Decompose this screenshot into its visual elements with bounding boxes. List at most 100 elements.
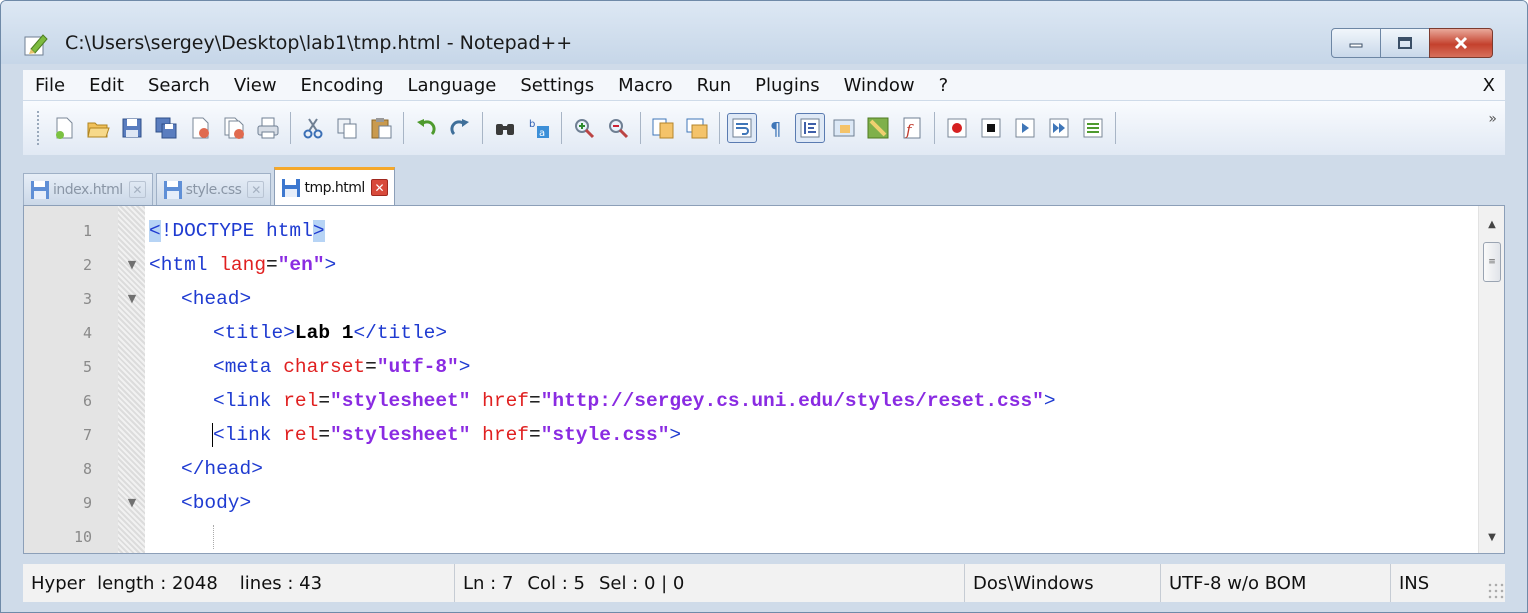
tab-close-icon[interactable]: ✕ [128, 181, 146, 198]
zoom-out-button[interactable] [603, 113, 633, 143]
record-macro-button[interactable] [942, 113, 972, 143]
run-macro-multiple-icon [1049, 118, 1069, 138]
menu-encoding[interactable]: Encoding [289, 75, 396, 96]
replace-button[interactable]: ba [524, 113, 554, 143]
toolbar-separator [482, 112, 483, 144]
close-file-icon [192, 117, 209, 139]
vertical-scrollbar[interactable]: ▲ ≡ ▼ [1478, 206, 1504, 553]
menu-plugins[interactable]: Plugins [743, 75, 831, 96]
menu-run[interactable]: Run [685, 75, 744, 96]
save-macro-button[interactable] [1078, 113, 1108, 143]
title-bar[interactable]: C:\Users\sergey\Desktop\lab1\tmp.html - … [1, 1, 1527, 64]
close-document-button[interactable]: X [1471, 75, 1505, 96]
line-number: 2 [82, 256, 92, 274]
status-cursor-position: Ln : 7 Col : 5 Sel : 0 | 0 [455, 564, 965, 602]
sync-horizontal-button[interactable] [682, 113, 712, 143]
status-eol-format[interactable]: Dos\Windows [965, 564, 1161, 602]
resize-grip-icon[interactable] [1487, 582, 1505, 600]
show-all-characters-button[interactable]: ¶ [761, 113, 791, 143]
menu-language[interactable]: Language [396, 75, 509, 96]
replace-icon: ba [529, 119, 549, 139]
status-length: length : 2048 [97, 572, 218, 594]
toolbar-separator [561, 112, 562, 144]
run-macro-multiple-button[interactable] [1044, 113, 1074, 143]
toolbar-separator [640, 112, 641, 144]
menu-help[interactable]: ? [927, 75, 961, 96]
scrollbar-thumb[interactable]: ≡ [1483, 242, 1501, 282]
equals: = [266, 254, 278, 276]
toolbar-grip[interactable] [37, 111, 41, 145]
save-button[interactable] [117, 113, 147, 143]
brace-highlight: > [312, 220, 325, 242]
save-all-button[interactable] [151, 113, 181, 143]
fold-toggle-icon[interactable]: ▼ [125, 248, 139, 282]
menu-search[interactable]: Search [136, 75, 222, 96]
code-area[interactable]: <!DOCTYPE html> <html lang="en"> <head> … [145, 206, 1478, 553]
toolbar-overflow-chevron-icon[interactable]: » [1488, 111, 1505, 127]
maximize-button[interactable] [1380, 28, 1430, 58]
zoom-in-button[interactable] [569, 113, 599, 143]
status-encoding[interactable]: UTF-8 w/o BOM [1161, 564, 1391, 602]
scroll-up-arrow-icon[interactable]: ▲ [1479, 214, 1505, 236]
attribute: href [482, 390, 529, 412]
tab-close-icon[interactable]: ✕ [247, 181, 265, 198]
cut-button[interactable] [298, 113, 328, 143]
menu-view[interactable]: View [222, 75, 289, 96]
menu-bar: File Edit Search View Encoding Language … [23, 70, 1505, 100]
status-insert-mode[interactable]: INS [1391, 564, 1453, 602]
zoom-in-icon [575, 119, 595, 139]
open-file-button[interactable] [83, 113, 113, 143]
stop-macro-icon [981, 118, 1001, 138]
code-editor[interactable]: 1 2 ▼ 3 ▼ 4 5 6 7 8 9 ▼ 10 <!DOCTYPE htm… [23, 205, 1505, 554]
line-number: 5 [82, 358, 92, 376]
status-selection: Sel : 0 | 0 [598, 572, 685, 594]
menu-file[interactable]: File [23, 75, 77, 96]
play-macro-button[interactable] [1010, 113, 1040, 143]
fold-toggle-icon[interactable]: ▼ [125, 282, 139, 316]
print-button[interactable] [253, 113, 283, 143]
tab-close-icon[interactable]: ✕ [370, 179, 388, 196]
tab-index-html[interactable]: index.html ✕ [23, 173, 153, 205]
saved-file-icon [282, 178, 301, 197]
close-window-button[interactable] [1429, 28, 1493, 58]
attribute: rel [283, 390, 319, 412]
equals: = [528, 424, 541, 446]
new-file-button[interactable] [49, 113, 79, 143]
menu-edit[interactable]: Edit [77, 75, 136, 96]
tag-end: > [1043, 390, 1056, 412]
sync-horizontal-icon [686, 118, 708, 139]
minimize-button[interactable] [1331, 28, 1381, 58]
menu-settings[interactable]: Settings [508, 75, 606, 96]
sync-vertical-button[interactable] [648, 113, 678, 143]
paste-icon [371, 118, 392, 139]
paste-button[interactable] [366, 113, 396, 143]
svg-text:b: b [529, 119, 535, 130]
menu-macro[interactable]: Macro [606, 75, 684, 96]
code-text-line-3: <head> [181, 282, 251, 316]
word-wrap-button[interactable] [727, 113, 757, 143]
status-bar: Hyper length : 2048 lines : 43 Ln : 7 Co… [23, 564, 1505, 602]
fold-toggle-icon[interactable]: ▼ [125, 486, 139, 520]
undo-button[interactable] [411, 113, 441, 143]
copy-button[interactable] [332, 113, 362, 143]
find-button[interactable] [490, 113, 520, 143]
close-all-button[interactable] [219, 113, 249, 143]
menu-window[interactable]: Window [832, 75, 927, 96]
user-defined-language-button[interactable] [829, 113, 859, 143]
close-file-button[interactable] [185, 113, 215, 143]
code-text-line-4: <title>Lab 1</title> [213, 316, 447, 350]
play-macro-icon [1015, 118, 1035, 138]
indent-guide-button[interactable] [795, 113, 825, 143]
tab-style-css[interactable]: style.css ✕ [155, 173, 272, 205]
maximize-icon [1398, 37, 1412, 49]
function-list-icon: f [903, 117, 921, 139]
stop-macro-button[interactable] [976, 113, 1006, 143]
function-list-button[interactable]: f [897, 113, 927, 143]
document-map-button[interactable] [863, 113, 893, 143]
open-file-icon [87, 122, 110, 138]
user-language-icon [833, 119, 855, 137]
tab-tmp-html[interactable]: tmp.html ✕ [274, 167, 395, 205]
scroll-down-arrow-icon[interactable]: ▼ [1479, 527, 1505, 549]
redo-button[interactable] [445, 113, 475, 143]
attribute-value: "http://sergey.cs.uni.edu/styles/reset.c… [540, 390, 1044, 412]
